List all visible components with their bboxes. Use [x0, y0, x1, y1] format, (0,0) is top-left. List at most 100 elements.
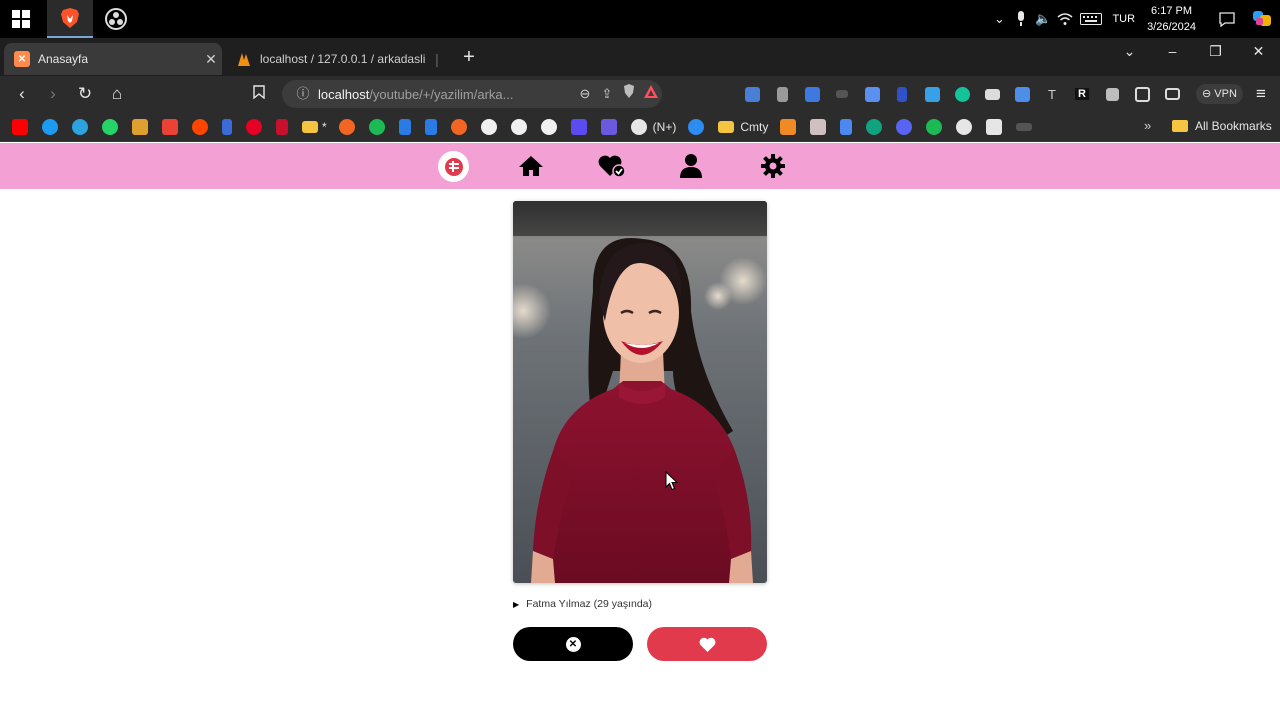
- chatgpt-bookmark-icon[interactable]: [866, 119, 883, 135]
- vpn-button[interactable]: ⊖ VPN: [1196, 84, 1243, 104]
- matches-heart-check-icon[interactable]: [596, 150, 628, 182]
- terminal-bookmark-icon[interactable]: [222, 119, 232, 135]
- edit-extension-icon[interactable]: [920, 82, 944, 106]
- image-extension-icon[interactable]: [1010, 82, 1034, 106]
- url-host: localhost: [318, 86, 370, 102]
- reddit-bookmark-icon[interactable]: [192, 119, 208, 135]
- tab-title: Anasayfa: [38, 52, 89, 66]
- close-window-icon[interactable]: ✕: [1237, 38, 1280, 64]
- all-bookmarks-button[interactable]: All Bookmarks: [1172, 119, 1272, 133]
- telegram-bookmark-icon[interactable]: [72, 119, 88, 135]
- arrow2-bookmark-icon[interactable]: [424, 119, 437, 135]
- link2-bookmark-icon[interactable]: [450, 119, 467, 135]
- tab-phpmyadmin[interactable]: localhost / 127.0.0.1 / arkadasliksites …: [230, 43, 448, 75]
- globe-bookmark-icon[interactable]: [630, 119, 647, 135]
- home-nav-icon[interactable]: [515, 150, 547, 182]
- s-extension-icon[interactable]: [800, 82, 824, 106]
- trash-extension-icon[interactable]: [770, 82, 794, 106]
- brave-shields-icon[interactable]: [618, 83, 640, 105]
- cmty-folder-icon[interactable]: [718, 121, 735, 133]
- system-tray: ⌄ 🔈 TUR 6:17 PM 3/26/2024: [988, 0, 1280, 38]
- cursor-extension-icon[interactable]: [890, 82, 914, 106]
- text-extension-icon[interactable]: T: [1040, 82, 1064, 106]
- whatsapp-bookmark-icon[interactable]: [102, 119, 118, 135]
- github-bookmark-icon[interactable]: [480, 119, 497, 135]
- tab-search-icon[interactable]: ⌄: [1108, 38, 1151, 64]
- translate-extension-icon[interactable]: [740, 82, 764, 106]
- profile-photo[interactable]: [513, 201, 767, 583]
- browser-menu-icon[interactable]: ≡: [1250, 82, 1272, 106]
- reload-icon[interactable]: ↻: [73, 82, 97, 106]
- taskbar-obs-icon[interactable]: [93, 0, 139, 38]
- wave-bookmark-icon[interactable]: [1016, 123, 1033, 131]
- tab-anasayfa[interactable]: ✕ Anasayfa ✕: [4, 43, 222, 75]
- gift-bookmark-icon[interactable]: [986, 119, 1003, 135]
- windows-start-icon[interactable]: [12, 10, 30, 28]
- minimize-icon[interactable]: –: [1151, 38, 1194, 64]
- translate-blue-extension-icon[interactable]: [860, 82, 884, 106]
- box-bookmark-icon[interactable]: [780, 119, 797, 135]
- clock[interactable]: 6:17 PM 3/26/2024: [1147, 3, 1196, 35]
- new-tab-button[interactable]: +: [458, 46, 480, 68]
- twitter-bookmark-icon[interactable]: [42, 119, 58, 135]
- bookmark-nplus-label[interactable]: (N+): [653, 120, 677, 134]
- language-indicator[interactable]: TUR: [1112, 13, 1135, 25]
- c-bookmark-icon[interactable]: [688, 119, 705, 135]
- profile-user-icon[interactable]: [675, 150, 707, 182]
- site-logo-icon[interactable]: [438, 151, 469, 182]
- gmail-bookmark-icon[interactable]: [162, 119, 178, 135]
- code-extension-icon[interactable]: [830, 82, 854, 106]
- link-bookmark-icon[interactable]: [338, 119, 355, 135]
- pinterest-bookmark-icon[interactable]: [246, 119, 262, 135]
- bookmark-page-icon[interactable]: [247, 82, 271, 106]
- bookmark-cmty-label[interactable]: Cmty: [740, 120, 768, 134]
- home-icon[interactable]: ⌂: [105, 82, 129, 106]
- settings-gear-icon[interactable]: [757, 150, 789, 182]
- profile-name-age: Fatma Yılmaz (29 yaşında): [526, 598, 653, 610]
- close-tab-icon[interactable]: ✕: [200, 51, 222, 68]
- like-button[interactable]: [647, 627, 767, 661]
- forward-icon[interactable]: ›: [41, 82, 65, 106]
- profile-details-toggle[interactable]: ▶ Fatma Yılmaz (29 yaşında): [513, 598, 652, 610]
- discord-bookmark-icon[interactable]: [896, 119, 913, 135]
- spotify-bookmark-icon[interactable]: [926, 119, 943, 135]
- slack-bookmark-icon[interactable]: [132, 119, 148, 135]
- arrow-bookmark-icon[interactable]: [398, 119, 411, 135]
- heart-bookmark-icon[interactable]: [570, 119, 587, 135]
- address-bar[interactable]: ⓘ localhost /youtube/+/yazilim/arka... ⊖…: [282, 80, 662, 108]
- wallet-icon[interactable]: [1160, 82, 1184, 106]
- taskbar-brave-icon[interactable]: [47, 0, 93, 38]
- mail-extension-icon[interactable]: [980, 82, 1004, 106]
- chevron-up-icon[interactable]: ⌄: [988, 0, 1010, 38]
- dislike-button[interactable]: ✕: [513, 627, 633, 661]
- github3-bookmark-icon[interactable]: [540, 119, 557, 135]
- red-bookmark-icon[interactable]: [276, 119, 288, 135]
- share-icon[interactable]: ⇪: [596, 83, 618, 105]
- site-info-icon[interactable]: ⓘ: [292, 83, 314, 105]
- tab-title: localhost / 127.0.0.1 / arkadasliksites: [260, 52, 426, 66]
- sparkle-bookmark-icon[interactable]: [840, 119, 853, 135]
- extensions-puzzle-icon[interactable]: [1100, 82, 1124, 106]
- grammarly-icon[interactable]: [950, 82, 974, 106]
- flag-bookmark-icon[interactable]: [810, 119, 827, 135]
- keyboard-icon[interactable]: [1076, 0, 1106, 38]
- copilot-icon[interactable]: [1244, 0, 1280, 38]
- volume-icon[interactable]: 🔈: [1032, 0, 1054, 38]
- fh-bookmark-icon[interactable]: [368, 119, 385, 135]
- restore-icon[interactable]: ❐: [1194, 38, 1237, 64]
- wifi-icon[interactable]: [1054, 0, 1076, 38]
- heart-icon: [699, 637, 715, 652]
- more-bookmarks-icon[interactable]: »: [1144, 118, 1151, 133]
- microphone-icon[interactable]: [1010, 0, 1032, 38]
- folder-bookmark-icon[interactable]: [302, 121, 318, 133]
- globe2-bookmark-icon[interactable]: [956, 119, 973, 135]
- youtube-bookmark-icon[interactable]: [12, 119, 28, 135]
- video-bookmark-icon[interactable]: [600, 119, 617, 135]
- sidebar-toggle-icon[interactable]: [1130, 82, 1154, 106]
- zoom-out-icon[interactable]: ⊖: [574, 83, 596, 105]
- github2-bookmark-icon[interactable]: [510, 119, 527, 135]
- brave-rewards-icon[interactable]: [640, 83, 662, 105]
- r-extension-icon[interactable]: R: [1070, 82, 1094, 106]
- back-icon[interactable]: ‹: [10, 82, 34, 106]
- notification-icon[interactable]: [1210, 0, 1244, 38]
